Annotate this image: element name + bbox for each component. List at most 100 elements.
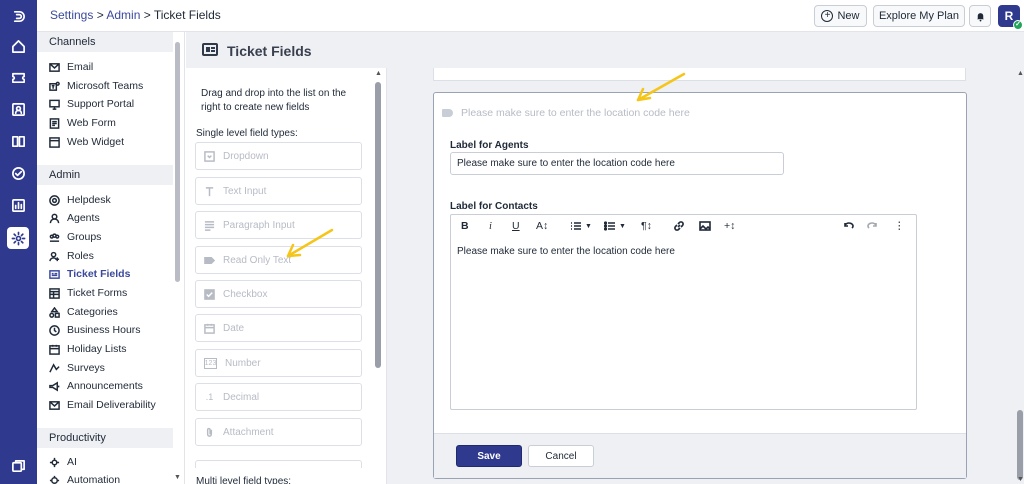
sidebar-item-web-form[interactable]: Web Form (49, 115, 116, 131)
sidebar-item-categories[interactable]: Categories (49, 304, 118, 320)
sidebar-item-agents[interactable]: Agents (49, 210, 100, 226)
field-type-checkbox[interactable]: Checkbox (195, 280, 362, 308)
agent-icon (49, 213, 60, 224)
roles-icon (49, 251, 60, 262)
number-icon: 123 (204, 357, 217, 369)
teams-icon (49, 81, 60, 92)
contacts-icon[interactable] (7, 98, 29, 120)
sidebar-item-email[interactable]: Email (49, 59, 93, 75)
editor-toolbar: B i U A↕ ▼ ▼ ¶↕ +↕ ⋮ (451, 215, 916, 237)
agents-label-input[interactable] (450, 152, 784, 175)
sidebar-item-business-hours[interactable]: Business Hours (49, 322, 141, 338)
previous-field-card[interactable] (433, 68, 966, 81)
sidebar-item-ai[interactable]: AI (49, 454, 77, 470)
page-title: Ticket Fields (227, 43, 312, 59)
plus-circle-icon: + (821, 10, 834, 22)
field-type-label: Text Input (223, 185, 267, 197)
reports-icon[interactable] (7, 194, 29, 216)
field-type-dropdown[interactable]: Dropdown (195, 142, 362, 170)
tag-icon (204, 255, 215, 266)
tasks-icon[interactable] (7, 162, 29, 184)
widget-icon (49, 136, 60, 148)
chat-icon[interactable] (7, 455, 29, 477)
sidebar-scrollbar[interactable] (175, 42, 180, 282)
sidebar-item-label: Web Form (67, 117, 116, 129)
sidebar-item-holiday-lists[interactable]: Holiday Lists (49, 341, 127, 357)
sidebar-item-ticket-forms[interactable]: Ticket Forms (49, 285, 127, 301)
palette-scrollbar[interactable] (375, 82, 381, 368)
new-button-label: New (837, 10, 860, 22)
field-preview[interactable]: Please make sure to enter the location c… (442, 107, 690, 119)
sidebar-item-surveys[interactable]: Surveys (49, 360, 105, 376)
sidebar-item-roles[interactable]: Roles (49, 248, 94, 264)
field-type-label: Decimal (223, 391, 260, 403)
field-type-paragraph-input[interactable]: Paragraph Input (195, 211, 362, 239)
knowledge-base-icon[interactable] (7, 130, 29, 152)
field-type-label: Checkbox (223, 288, 268, 300)
field-type-text-input[interactable]: Text Input (195, 177, 362, 205)
breadcrumb-settings[interactable]: Settings (50, 8, 93, 22)
tickets-icon[interactable] (7, 66, 29, 88)
dropdown-icon (204, 150, 215, 162)
explore-plan-button[interactable]: Explore My Plan (873, 5, 965, 27)
canvas-scrollbar[interactable] (1017, 410, 1023, 480)
home-icon[interactable] (7, 35, 29, 57)
undo-icon (844, 222, 854, 229)
user-avatar[interactable]: R ✓ (998, 5, 1023, 30)
undo-button[interactable] (842, 219, 854, 233)
sidebar-item-email-deliverability[interactable]: Email Deliverability (49, 397, 156, 413)
italic-button[interactable]: i (489, 219, 492, 233)
ordered-list-button[interactable]: ▼ (570, 219, 592, 233)
field-type-number[interactable]: 123 Number (195, 349, 362, 377)
multi-level-header: Multi level field types: (196, 476, 292, 484)
settings-gear-icon[interactable] (7, 227, 29, 249)
field-type-decimal[interactable]: .1 Decimal (195, 383, 362, 411)
font-size-button[interactable]: A↕ (536, 219, 548, 233)
bell-icon (976, 12, 984, 22)
more-options-button[interactable]: ⋮ (894, 219, 905, 233)
sidebar-item-groups[interactable]: Groups (49, 229, 101, 245)
field-type-partial (195, 460, 362, 468)
save-button[interactable]: Save (456, 445, 522, 467)
field-type-read-only-text[interactable]: Read Only Text (195, 246, 362, 274)
logo-icon[interactable] (7, 5, 29, 27)
field-type-label: Dropdown (223, 150, 269, 162)
scroll-up-arrow-icon[interactable]: ▲ (375, 70, 382, 77)
sidebar-item-automation[interactable]: Automation (49, 472, 120, 484)
sidebar-item-support-portal[interactable]: Support Portal (49, 96, 134, 112)
field-type-attachment[interactable]: Attachment (195, 418, 362, 446)
bullet-list-button[interactable]: ▼ (604, 219, 626, 233)
scroll-down-arrow-icon[interactable]: ▼ (1017, 476, 1024, 483)
tag-icon (442, 109, 453, 117)
breadcrumb-current: Ticket Fields (153, 8, 221, 22)
scroll-up-arrow-icon[interactable]: ▲ (1017, 70, 1024, 77)
cancel-button[interactable]: Cancel (528, 445, 594, 467)
sidebar-item-web-widget[interactable]: Web Widget (49, 134, 124, 150)
settings-sidebar: Channels Email Microsoft Teams Support P… (37, 32, 185, 484)
contacts-rich-text-editor[interactable]: B i U A↕ ▼ ▼ ¶↕ +↕ ⋮ Please make sure to… (450, 214, 917, 410)
sidebar-item-announcements[interactable]: Announcements (49, 378, 143, 394)
breadcrumb-separator: > (140, 8, 154, 22)
underline-button[interactable]: U (512, 219, 520, 233)
text-icon (204, 186, 215, 197)
field-types-palette: ▲ Drag and drop into the list on the rig… (186, 68, 386, 484)
new-button[interactable]: + New (814, 5, 867, 27)
paragraph-format-button[interactable]: ¶↕ (641, 219, 652, 233)
sidebar-item-helpdesk[interactable]: Helpdesk (49, 192, 111, 208)
field-type-label: Attachment (223, 426, 274, 438)
paperclip-icon (204, 427, 215, 438)
sidebar-item-label: Web Widget (67, 136, 124, 148)
insert-more-button[interactable]: +↕ (724, 219, 735, 233)
sidebar-item-ticket-fields[interactable]: Ticket Fields (49, 266, 130, 282)
bold-button[interactable]: B (461, 219, 469, 233)
field-type-date[interactable]: Date (195, 314, 362, 342)
scroll-down-arrow-icon[interactable]: ▼ (174, 474, 181, 481)
breadcrumb-admin[interactable]: Admin (106, 8, 140, 22)
insert-link-button[interactable] (673, 219, 685, 233)
automation-icon (49, 475, 60, 484)
insert-image-button[interactable] (699, 219, 711, 233)
categories-icon (49, 306, 60, 318)
sidebar-item-microsoft-teams[interactable]: Microsoft Teams (49, 78, 143, 94)
redo-button[interactable] (867, 219, 879, 233)
notifications-button[interactable] (969, 5, 991, 27)
